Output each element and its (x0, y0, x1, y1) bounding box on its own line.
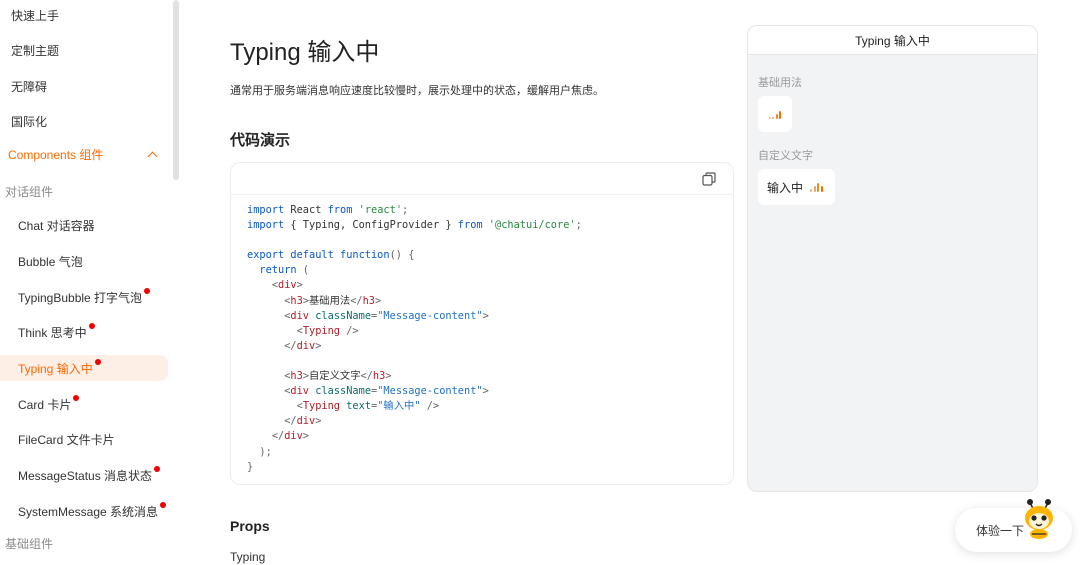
sidebar-item-label: TypingBubble 打字气泡 (18, 290, 143, 305)
sidebar-item-label: SystemMessage 系统消息 (18, 504, 159, 519)
chevron-up-icon (147, 151, 158, 161)
copy-icon[interactable] (702, 172, 716, 186)
mascot-icon (1025, 499, 1053, 539)
sidebar-item-i18n[interactable]: 国际化 (0, 108, 168, 134)
sidebar-item-label: FileCard 文件卡片 (18, 432, 115, 447)
page-description: 通常用于服务端消息响应速度比较慢时，展示处理中的状态，缓解用户焦虑。 (230, 85, 604, 97)
sidebar-item-label: 无障碍 (11, 79, 48, 94)
demo-heading: 代码演示 (230, 132, 291, 149)
sidebar-item-typingbubble[interactable]: TypingBubble 打字气泡 (0, 284, 168, 310)
sidebar-item-label: Bubble 气泡 (18, 254, 83, 269)
typing-bubble-custom: 输入中 (758, 169, 835, 205)
preview-label-custom: 自定义文字 (758, 150, 813, 162)
sidebar-item-label: Typing 输入中 (18, 361, 93, 376)
sidebar-item-bubble[interactable]: Bubble 气泡 (0, 248, 168, 274)
new-dot-icon (154, 466, 161, 472)
new-dot-icon (160, 502, 167, 508)
typing-indicator-icon (768, 109, 782, 119)
try-it-label: 体验一下 (976, 523, 1025, 538)
typing-indicator-icon (810, 182, 823, 192)
sidebar-item-chat[interactable]: Chat 对话容器 (0, 212, 168, 238)
props-subheading: Typing (230, 550, 266, 564)
props-heading: Props (230, 518, 270, 534)
sidebar-section-label: Components 组件 (8, 147, 104, 162)
sidebar-item-label: 快速上手 (11, 8, 60, 23)
sidebar-item-accessibility[interactable]: 无障碍 (0, 73, 168, 99)
sidebar-item-label: Chat 对话容器 (18, 218, 95, 233)
sidebar-item-filecard[interactable]: FileCard 文件卡片 (0, 426, 168, 452)
code-demo-card: import React from 'react'; import { Typi… (230, 162, 734, 485)
sidebar: 快速上手 定制主题 无障碍 国际化 Components 组件 对话组件 Cha… (0, 0, 172, 565)
sidebar-item-systemmessage[interactable]: SystemMessage 系统消息 (0, 498, 168, 524)
preview-panel: Typing 输入中 基础用法 自定义文字 输入中 (747, 25, 1038, 492)
new-dot-icon (144, 288, 151, 294)
preview-label-basic: 基础用法 (758, 77, 802, 89)
new-dot-icon (88, 323, 95, 329)
new-dot-icon (94, 359, 101, 365)
sidebar-group-dialog: 对话组件 (5, 185, 54, 199)
new-dot-icon (73, 395, 80, 401)
sidebar-group-basic: 基础组件 (5, 537, 54, 551)
typing-bubble-text: 输入中 (767, 180, 804, 195)
sidebar-item-card[interactable]: Card 卡片 (0, 391, 168, 417)
sidebar-item-label: 国际化 (11, 114, 48, 129)
code-block: import React from 'react'; import { Typi… (247, 204, 582, 473)
sidebar-item-think[interactable]: Think 思考中 (0, 319, 168, 345)
page-title: Typing 输入中 (230, 39, 380, 66)
sidebar-item-label: Card 卡片 (18, 397, 72, 412)
code-card-divider (231, 194, 733, 195)
sidebar-scrollbar[interactable] (173, 0, 179, 180)
sidebar-item-quickstart[interactable]: 快速上手 (0, 2, 168, 28)
sidebar-item-label: 定制主题 (11, 43, 60, 58)
sidebar-item-typing[interactable]: Typing 输入中 (0, 355, 168, 381)
sidebar-item-theme[interactable]: 定制主题 (0, 37, 168, 63)
sidebar-item-messagestatus[interactable]: MessageStatus 消息状态 (0, 462, 168, 488)
preview-header: Typing 输入中 (748, 26, 1037, 55)
typing-bubble-basic (758, 96, 792, 132)
sidebar-section-components[interactable]: Components 组件 (0, 141, 168, 167)
sidebar-item-label: Think 思考中 (18, 325, 87, 340)
sidebar-item-label: MessageStatus 消息状态 (18, 468, 153, 483)
